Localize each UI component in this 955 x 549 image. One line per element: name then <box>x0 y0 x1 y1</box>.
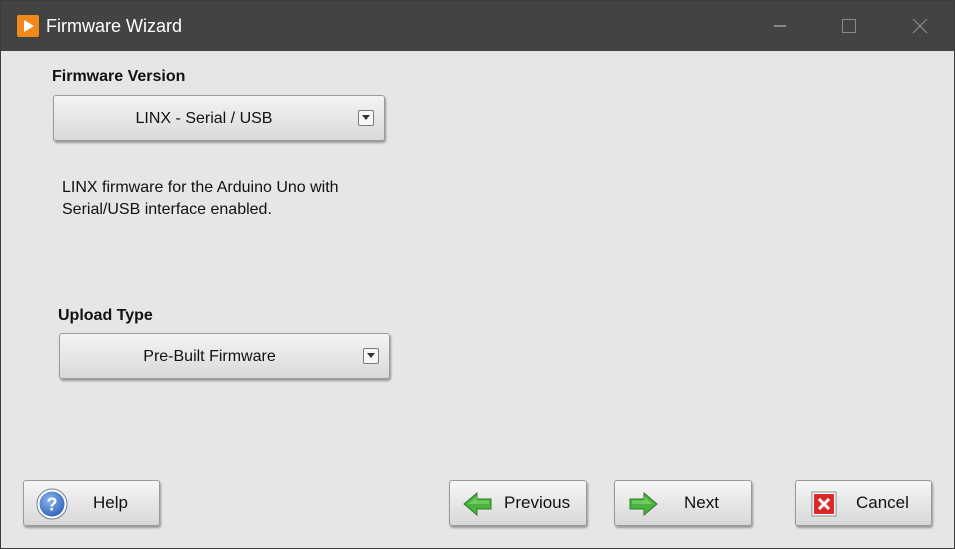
cancel-button[interactable]: Cancel <box>795 480 932 526</box>
previous-button[interactable]: Previous <box>449 480 587 526</box>
help-label: Help <box>93 493 128 512</box>
description-line-2: Serial/USB interface enabled. <box>62 201 272 218</box>
firmware-version-dropdown[interactable]: LINX - Serial / USB <box>53 95 385 141</box>
arrow-left-icon <box>463 491 492 517</box>
description-line-1: LINX firmware for the Arduino Uno with <box>62 179 339 196</box>
minimize-icon <box>774 25 786 27</box>
help-icon: ? <box>36 488 68 520</box>
dropdown-arrow-icon <box>363 348 379 364</box>
previous-label: Previous <box>504 493 571 512</box>
svg-text:?: ? <box>47 495 58 515</box>
upload-type-label: Upload Type <box>58 307 153 324</box>
app-logo-icon <box>17 15 39 37</box>
firmware-version-label: Firmware Version <box>52 68 186 85</box>
help-button[interactable]: ? Help <box>23 480 160 526</box>
upload-type-dropdown[interactable]: Pre-Built Firmware <box>59 333 390 379</box>
maximize-icon <box>842 19 856 33</box>
upload-type-selected: Pre-Built Firmware <box>143 348 276 365</box>
close-icon <box>912 18 928 34</box>
firmware-wizard-window: Firmware Wizard Firmware Version LINX - … <box>0 0 955 549</box>
window-title: Firmware Wizard <box>46 16 183 36</box>
arrow-right-icon <box>629 491 658 517</box>
firmware-version-selected: LINX - Serial / USB <box>135 110 273 127</box>
close-x-icon <box>811 491 837 517</box>
firmware-description: LINX firmware for the Arduino Uno with S… <box>62 177 422 221</box>
minimize-button[interactable] <box>749 1 811 51</box>
next-label: Next <box>684 493 719 512</box>
maximize-button[interactable] <box>818 1 880 51</box>
next-button[interactable]: Next <box>614 480 752 526</box>
dropdown-arrow-icon <box>358 110 374 126</box>
cancel-label: Cancel <box>856 493 909 512</box>
close-button[interactable] <box>889 1 951 51</box>
title-bar[interactable]: Firmware Wizard <box>1 1 954 51</box>
